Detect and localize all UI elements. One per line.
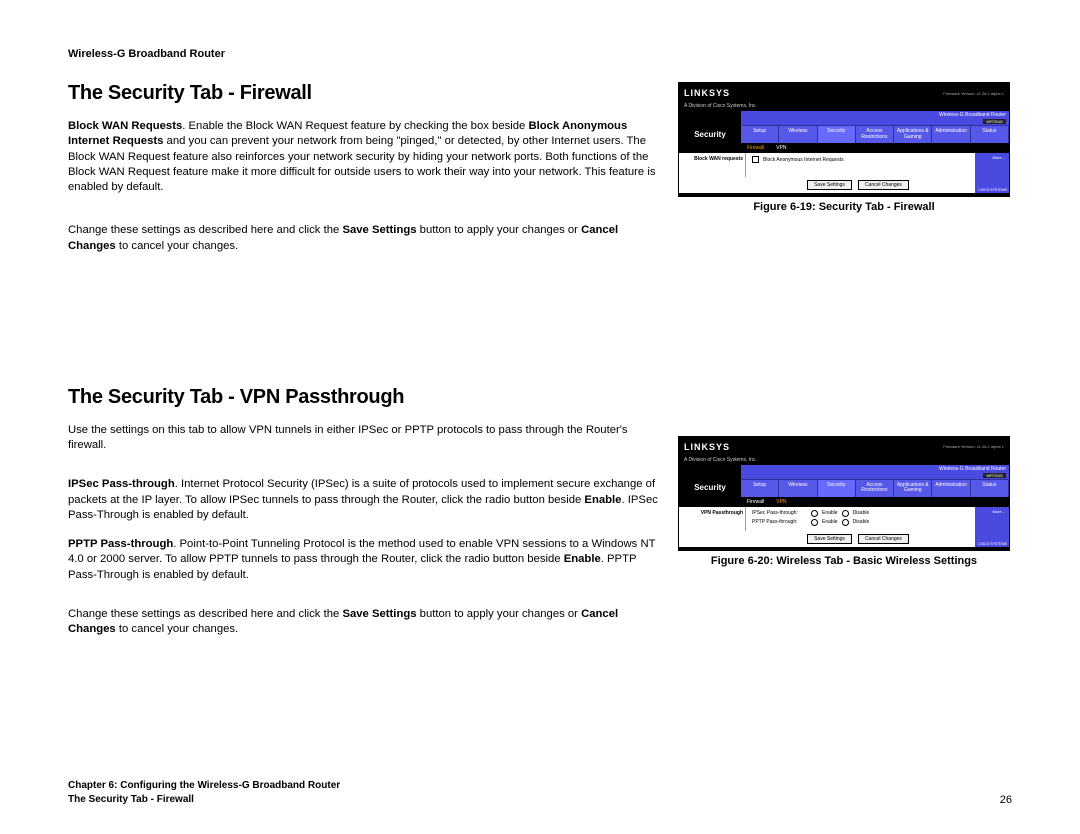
tab-access-2[interactable]: Access Restrictions — [856, 480, 894, 497]
disable-label-2: Disable — [853, 519, 870, 525]
text: Change these settings as described here … — [68, 224, 342, 236]
bold-save: Save Settings — [342, 224, 416, 236]
text: button to apply your changes or — [417, 608, 582, 620]
checkbox-label: Block Anonymous Internet Requests — [763, 157, 844, 163]
figure-6-20-screenshot: LINKSYS Firmware Version: v1.28.1 alpha … — [678, 436, 1010, 551]
enable-label: Enable — [822, 510, 838, 516]
bold-save-2: Save Settings — [342, 608, 416, 620]
logo-subtitle-2: A Division of Cisco Systems, Inc. — [679, 457, 1009, 465]
cancel-changes-button-2[interactable]: Cancel Changes — [858, 534, 909, 544]
bar-title: Wireless-G Broadband Router — [939, 112, 1006, 118]
tab-wireless[interactable]: Wireless — [779, 126, 817, 143]
ipsec-row-label: IPSec Pass-through: — [752, 510, 807, 516]
vpn-paragraph-2: IPSec Pass-through. Internet Protocol Se… — [68, 477, 658, 523]
tab-wireless-2[interactable]: Wireless — [779, 480, 817, 497]
footer-section: The Security Tab - Firewall — [68, 793, 340, 807]
ipsec-enable-radio[interactable] — [811, 510, 818, 517]
pptp-enable-radio[interactable] — [811, 519, 818, 526]
tab-security[interactable]: Security — [818, 126, 856, 143]
category-label: Security — [679, 125, 741, 143]
more-link-2[interactable]: More... — [993, 509, 1005, 514]
bold-enable-2: Enable — [564, 553, 601, 565]
tab-access[interactable]: Access Restrictions — [856, 126, 894, 143]
bold-enable: Enable — [584, 494, 621, 506]
category-label-2: Security — [679, 479, 741, 497]
enable-label-2: Enable — [822, 519, 838, 525]
model-box: WRT54G — [983, 119, 1006, 124]
checkbox-block-anon[interactable] — [752, 156, 759, 163]
tab-apps[interactable]: Applications & Gaming — [894, 126, 932, 143]
tab-status[interactable]: Status — [971, 126, 1009, 143]
tab-setup-2[interactable]: Setup — [741, 480, 779, 497]
side-row-label-2: VPN Passthrough — [679, 507, 746, 531]
firmware-text-2: Firmware Version: v1.28.1 alpha 1 — [943, 444, 1004, 449]
cancel-changes-button[interactable]: Cancel Changes — [858, 180, 909, 190]
vpn-paragraph-4: Change these settings as described here … — [68, 607, 658, 638]
text: to cancel your changes. — [116, 623, 238, 635]
tab-setup[interactable]: Setup — [741, 126, 779, 143]
logo-subtitle: A Division of Cisco Systems, Inc. — [679, 103, 1009, 111]
subtab-firewall[interactable]: Firewall — [741, 145, 770, 151]
bar-title-2: Wireless-G Broadband Router — [939, 466, 1006, 472]
firewall-paragraph-1: Block WAN Requests. Enable the Block WAN… — [68, 119, 658, 195]
bold-block-wan: Block WAN Requests — [68, 120, 182, 132]
tab-status-2[interactable]: Status — [971, 480, 1009, 497]
text: . Enable the Block WAN Request feature b… — [182, 120, 528, 132]
cisco-logo-2: CISCO SYSTEMS — [978, 542, 1007, 546]
figure-6-20-caption: Figure 6-20: Wireless Tab - Basic Wirele… — [678, 555, 1010, 567]
section-heading-vpn: The Security Tab - VPN Passthrough — [68, 386, 658, 409]
tab-security-2[interactable]: Security — [818, 480, 856, 497]
more-link[interactable]: More... — [993, 155, 1005, 160]
subtab-vpn-2[interactable]: VPN — [770, 499, 792, 505]
figure-6-19-caption: Figure 6-19: Security Tab - Firewall — [678, 201, 1010, 213]
side-row-label: Block WAN requests — [679, 153, 746, 177]
footer-chapter: Chapter 6: Configuring the Wireless-G Br… — [68, 779, 340, 793]
firmware-text: Firmware Version: v1.28.1 alpha 1 — [943, 91, 1004, 96]
text: Change these settings as described here … — [68, 608, 342, 620]
text: to cancel your changes. — [116, 240, 238, 252]
firewall-paragraph-2: Change these settings as described here … — [68, 223, 658, 254]
figure-6-19-screenshot: LINKSYS Firmware Version: v1.28.1 alpha … — [678, 82, 1010, 197]
bold-pptp: PPTP Pass-through — [68, 538, 173, 550]
text: button to apply your changes or — [417, 224, 582, 236]
product-header: Wireless-G Broadband Router — [68, 48, 1012, 60]
page-number: 26 — [1000, 794, 1012, 806]
tab-admin[interactable]: Administration — [932, 126, 970, 143]
bold-ipsec: IPSec Pass-through — [68, 478, 175, 490]
pptp-row-label: PPTP Pass-through: — [752, 519, 807, 525]
linksys-logo: LINKSYS — [684, 88, 730, 98]
ipsec-disable-radio[interactable] — [842, 510, 849, 517]
linksys-logo-2: LINKSYS — [684, 442, 730, 452]
disable-label: Disable — [853, 510, 870, 516]
tab-admin-2[interactable]: Administration — [932, 480, 970, 497]
subtab-firewall-2[interactable]: Firewall — [741, 499, 770, 505]
save-settings-button-2[interactable]: Save Settings — [807, 534, 852, 544]
model-box-2: WRT54G — [983, 473, 1006, 478]
vpn-paragraph-3: PPTP Pass-through. Point-to-Point Tunnel… — [68, 537, 658, 583]
cisco-logo: CISCO SYSTEMS — [978, 188, 1007, 192]
subtab-vpn[interactable]: VPN — [770, 145, 792, 151]
tab-apps-2[interactable]: Applications & Gaming — [894, 480, 932, 497]
pptp-disable-radio[interactable] — [842, 519, 849, 526]
vpn-paragraph-1: Use the settings on this tab to allow VP… — [68, 423, 658, 454]
save-settings-button[interactable]: Save Settings — [807, 180, 852, 190]
section-heading-firewall: The Security Tab - Firewall — [68, 82, 658, 105]
